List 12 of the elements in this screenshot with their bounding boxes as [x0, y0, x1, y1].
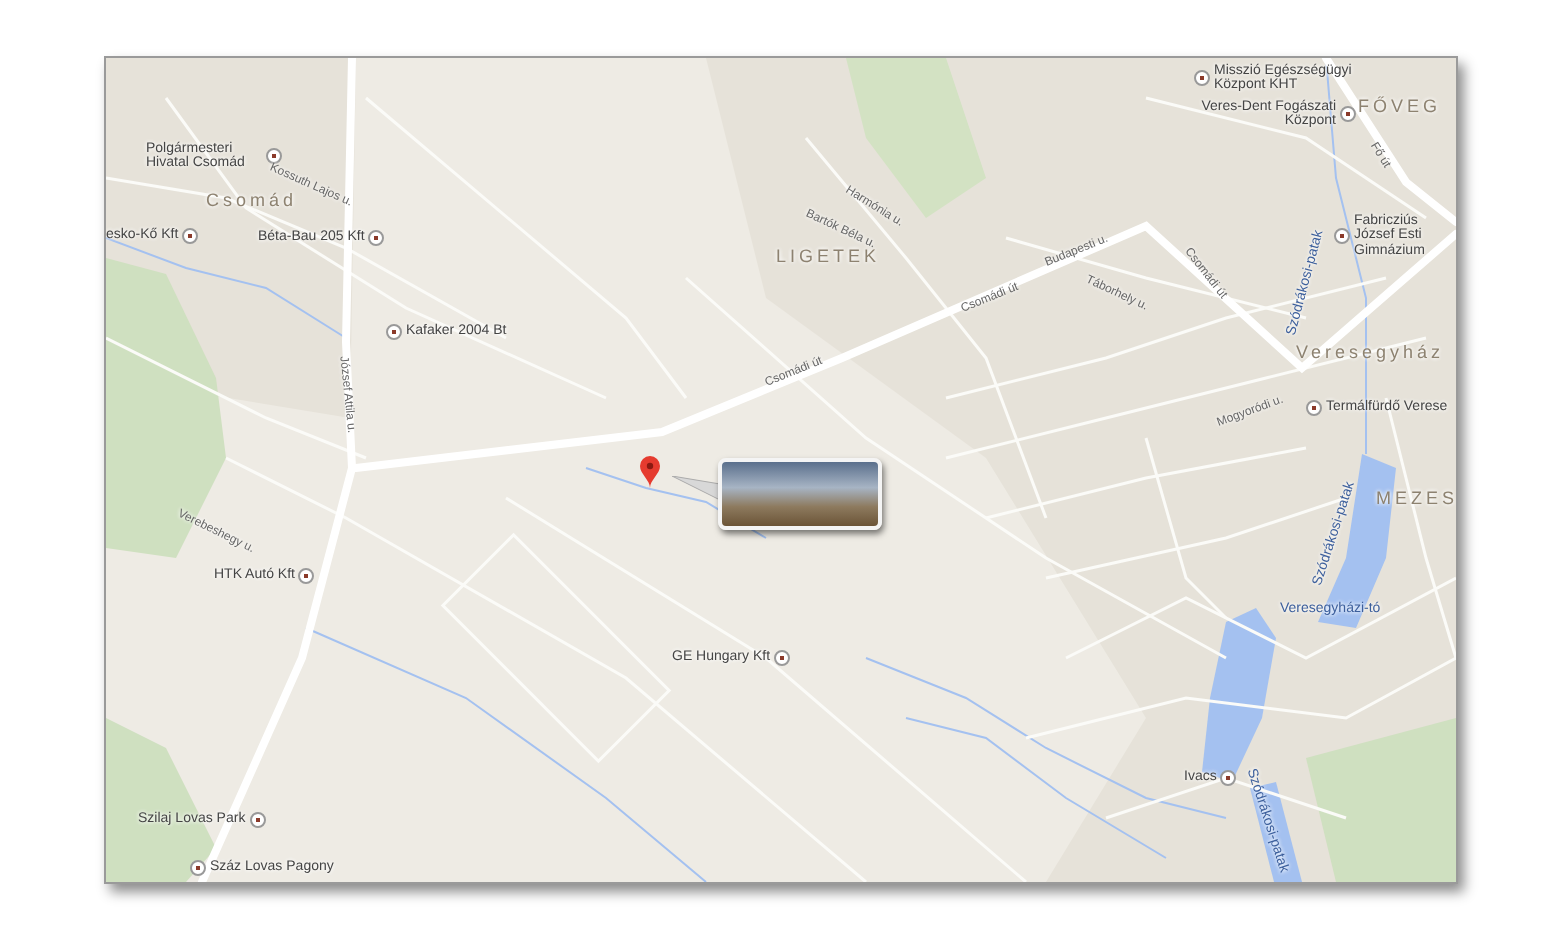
- map-pin-icon[interactable]: [640, 456, 660, 488]
- place-label: FŐVEG: [1358, 98, 1442, 117]
- poi-icon[interactable]: [774, 650, 791, 666]
- poi-icon[interactable]: [298, 568, 315, 584]
- poi-icon[interactable]: [386, 324, 402, 340]
- poi-icon[interactable]: [249, 812, 266, 828]
- place-label: Veresegyház: [1296, 344, 1445, 363]
- place-label: LIGETEK: [776, 248, 881, 267]
- poi-icon[interactable]: [368, 230, 385, 246]
- callout-pointer-icon: [672, 476, 720, 504]
- place-label: Csomád: [206, 192, 298, 211]
- photo-placeholder[interactable]: [718, 458, 882, 530]
